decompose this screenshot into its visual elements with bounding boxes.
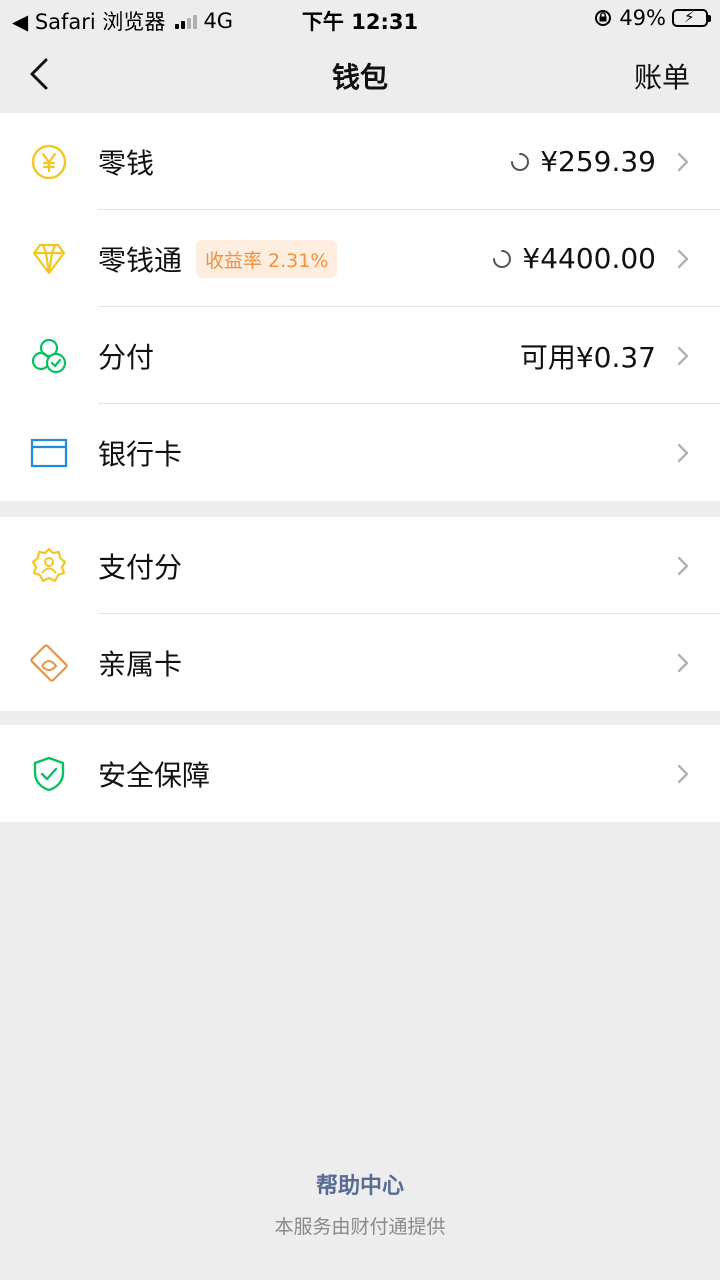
- wallet-group-2: 支付分 亲属卡: [0, 517, 720, 711]
- row-label: 分付: [98, 340, 155, 374]
- bill-button[interactable]: 账单: [634, 56, 690, 96]
- wallet-group-3: 安全保障: [0, 725, 720, 822]
- loading-spinner-icon: [493, 249, 512, 268]
- battery-icon: ⚡: [672, 8, 711, 27]
- wallet-group-1: 零钱 ¥259.39 零钱通 收益率 2.31% ¥4400.00 分付 可用¥…: [0, 113, 720, 501]
- change-balance: ¥259.39: [540, 145, 656, 178]
- row-pay-score[interactable]: 支付分: [0, 517, 720, 614]
- chevron-right-icon: [677, 556, 689, 576]
- bank-card-icon: [30, 438, 68, 468]
- row-bank-card[interactable]: 银行卡: [0, 404, 720, 501]
- family-card-icon: [30, 644, 68, 682]
- diamond-icon: [32, 243, 66, 275]
- chevron-right-icon: [677, 249, 689, 269]
- page-title: 钱包: [331, 61, 388, 94]
- battery-percent: 49%: [619, 6, 666, 30]
- row-label: 零钱通: [98, 243, 183, 277]
- row-label: 银行卡: [98, 437, 183, 471]
- chevron-right-icon: [677, 152, 689, 172]
- service-provider-note: 本服务由财付通提供: [274, 1216, 446, 1238]
- status-bar: ◀ Safari 浏览器 4G 下午 12:31 49% ⚡: [0, 0, 720, 36]
- row-label: 零钱: [98, 146, 155, 180]
- row-label: 安全保障: [98, 758, 211, 792]
- row-fenfu[interactable]: 分付 可用¥0.37: [0, 307, 720, 404]
- row-lingqiantong[interactable]: 零钱通 收益率 2.31% ¥4400.00: [0, 210, 720, 307]
- orientation-lock-icon: [595, 10, 612, 26]
- fenfu-available: 可用¥0.37: [519, 340, 656, 374]
- row-change[interactable]: 零钱 ¥259.39: [0, 113, 720, 210]
- chevron-right-icon: [677, 653, 689, 673]
- row-family-card[interactable]: 亲属卡: [0, 614, 720, 711]
- chevron-right-icon: [677, 443, 689, 463]
- loading-spinner-icon: [511, 152, 530, 171]
- pay-score-icon: [31, 547, 67, 583]
- status-right: 49% ⚡: [593, 6, 711, 30]
- row-label: 支付分: [98, 550, 183, 584]
- nav-bar: 钱包 账单: [0, 36, 720, 112]
- row-value: ¥259.39: [510, 145, 656, 178]
- help-center-link[interactable]: 帮助中心: [0, 1168, 720, 1200]
- chevron-right-icon: [677, 346, 689, 366]
- lingqiantong-balance: ¥4400.00: [522, 242, 656, 275]
- yuan-coin-icon: [31, 144, 67, 180]
- row-value: ¥4400.00: [492, 242, 656, 275]
- row-label: 亲属卡: [98, 647, 183, 681]
- chevron-right-icon: [677, 764, 689, 784]
- yield-rate-badge: 收益率 2.31%: [196, 240, 338, 278]
- fenfu-icon: [31, 338, 67, 374]
- row-security[interactable]: 安全保障: [0, 725, 720, 822]
- shield-check-icon: [33, 756, 65, 792]
